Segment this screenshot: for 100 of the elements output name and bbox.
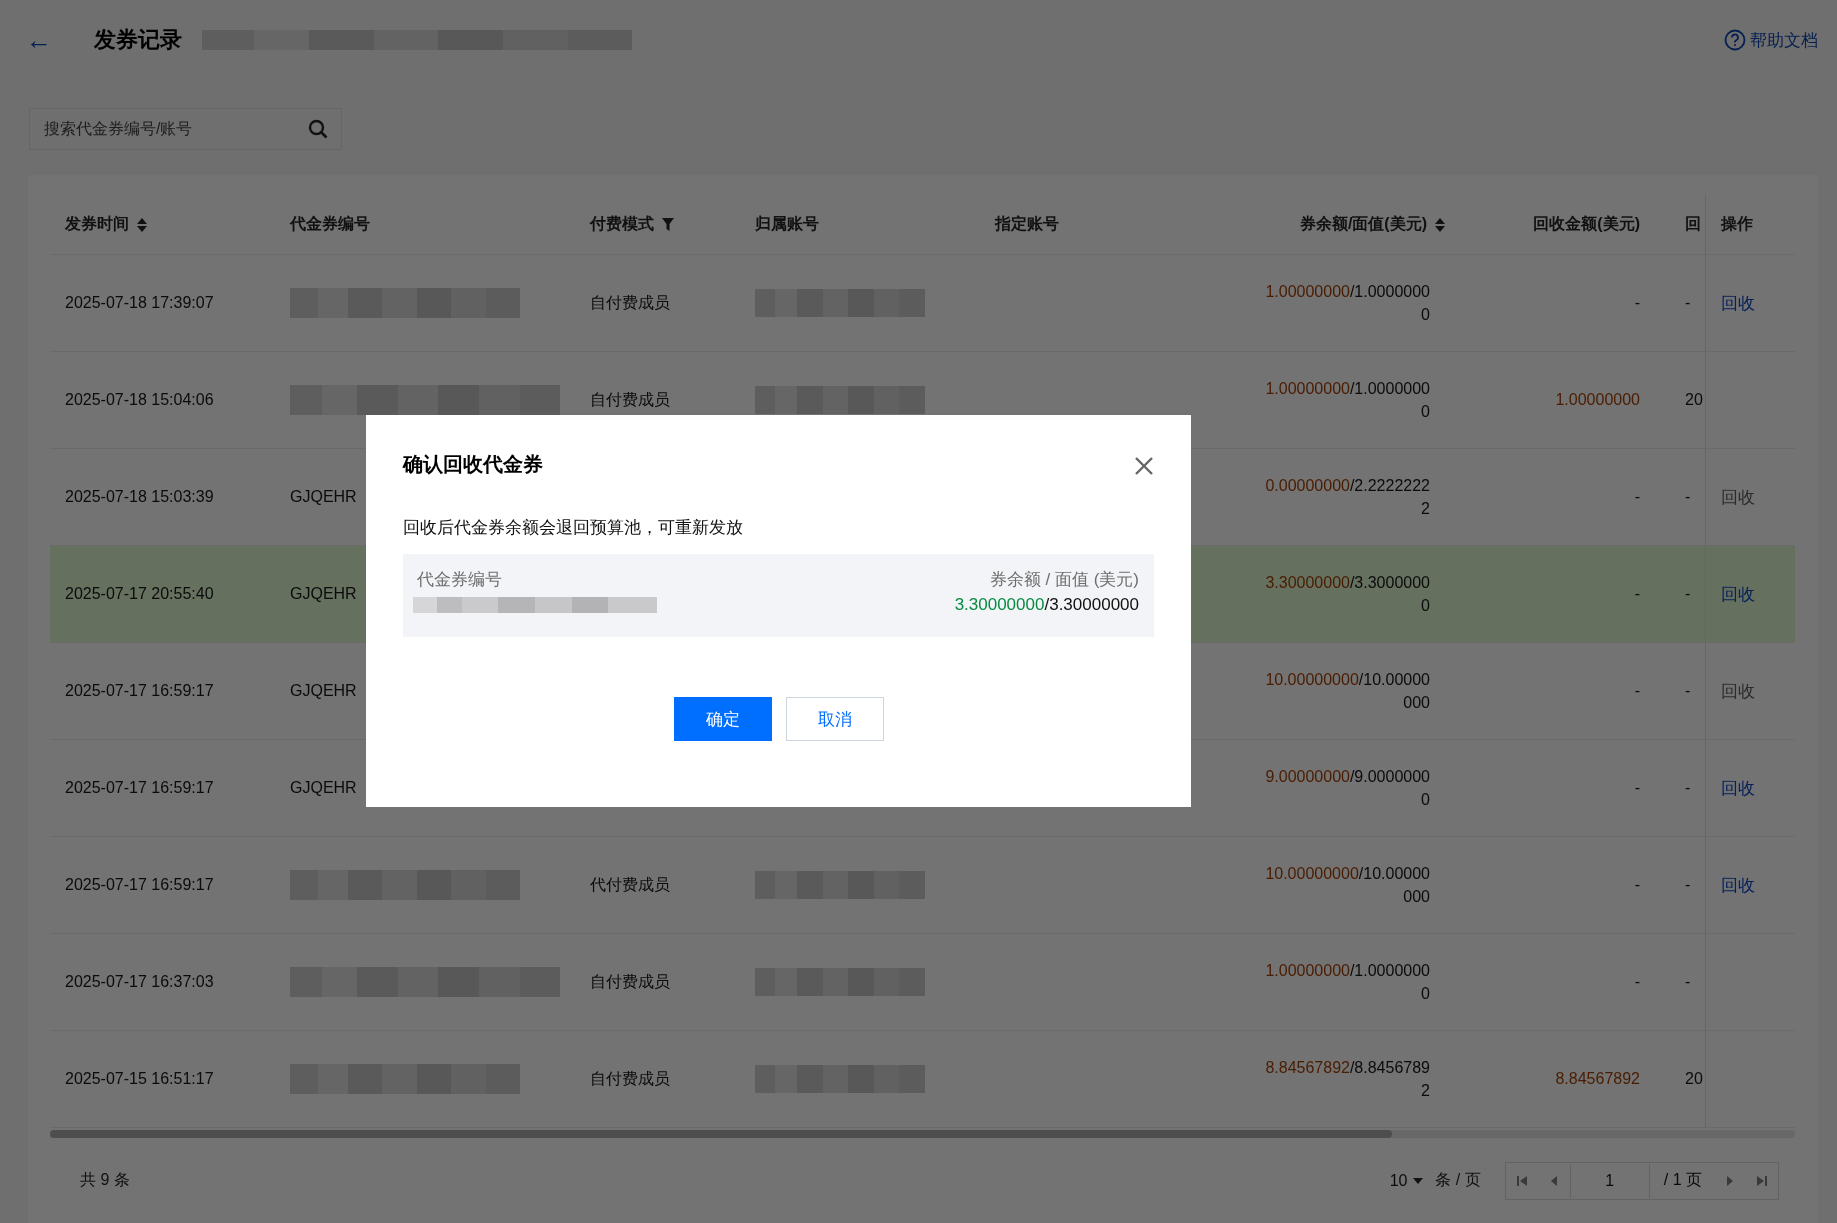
date-time: 2025-07-17 20:55:40 xyxy=(65,585,214,603)
help-link[interactable]: 帮助文档 xyxy=(1724,28,1818,52)
recover-link[interactable]: 回收 xyxy=(1721,291,1755,315)
date-time: 2025-07-18 17:39:07 xyxy=(65,294,214,312)
voucher-code: GJQEHR xyxy=(290,779,357,797)
filter-icon[interactable] xyxy=(662,218,674,231)
recover-link[interactable]: 回收 xyxy=(1721,873,1755,897)
remaining-amount: 10.00000000 xyxy=(1265,865,1359,882)
table-cell: 20 xyxy=(1685,391,1703,409)
face-value: /10.00000000 xyxy=(1358,671,1430,711)
page-input[interactable]: 1 xyxy=(1569,1163,1650,1198)
remaining-amount: 1.00000000 xyxy=(1265,380,1350,397)
voucher-code: GJQEHR xyxy=(290,682,357,700)
column-header: 代金券编号 xyxy=(290,214,370,234)
dialog-title: 确认回收代金券 xyxy=(403,452,543,477)
remaining-amount: 0.00000000 xyxy=(1265,477,1350,494)
sort-icon[interactable] xyxy=(137,217,147,232)
face-value: /2.22222222 xyxy=(1349,477,1430,517)
recovered-amount: - xyxy=(1634,973,1640,991)
pagination-bar[interactable]: 1 / 1 页 xyxy=(1504,1161,1779,1200)
column-header: 指定账号 xyxy=(995,214,1059,234)
remaining-amount: 8.84567892 xyxy=(1265,1059,1350,1076)
page-total: / 1 页 xyxy=(1662,1170,1703,1190)
face-value: /3.30000000 xyxy=(1349,574,1430,614)
remaining-amount: 10.00000000 xyxy=(1265,671,1359,688)
recover-link[interactable]: 回收 xyxy=(1721,776,1755,800)
table-cell: - xyxy=(1685,779,1691,797)
next-page-icon xyxy=(1725,1175,1735,1186)
table-cell: 20 xyxy=(1685,1070,1703,1088)
dialog-message: 回收后代金券余额会退回预算池，可重新发放 xyxy=(403,517,744,539)
remaining-amount: 1.00000000 xyxy=(1265,962,1350,979)
face-value: /3.30000000 xyxy=(1044,595,1139,614)
page-size-unit: 条 / 页 xyxy=(1435,1170,1481,1190)
page-title: 发券记录 xyxy=(94,26,182,54)
recovered-amount: - xyxy=(1634,585,1640,603)
table-row[interactable]: 2025-07-17 16:59:17 代付费成员 10.00000000/10.00000000 - - 回收 xyxy=(50,837,1795,934)
remaining-amount: 1.00000000 xyxy=(1265,283,1350,300)
face-value: /1.00000000 xyxy=(1349,380,1430,420)
horizontal-scrollbar[interactable] xyxy=(50,1130,1795,1138)
face-value: /10.00000000 xyxy=(1358,865,1430,905)
page-size-select[interactable]: 10 xyxy=(1389,1171,1424,1190)
voucher-code-label: 代金券编号 xyxy=(416,569,502,591)
payment-mode: 自付费成员 xyxy=(590,1068,670,1089)
column-header: 操作 xyxy=(1721,214,1753,234)
table-cell: - xyxy=(1685,973,1691,991)
payment-mode: 代付费成员 xyxy=(590,874,670,895)
search-icon[interactable] xyxy=(308,119,328,139)
date-time: 2025-07-18 15:03:39 xyxy=(65,488,214,506)
column-header: 归属账号 xyxy=(755,214,819,234)
face-value: /1.00000000 xyxy=(1349,962,1430,1002)
recovered-amount: - xyxy=(1634,682,1640,700)
date-time: 2025-07-17 16:59:17 xyxy=(65,876,214,894)
cancel-button[interactable]: 取消 xyxy=(785,697,884,741)
last-page-icon xyxy=(1757,1175,1767,1186)
column-header: 付费模式 xyxy=(590,214,654,234)
date-time: 2025-07-15 16:51:17 xyxy=(65,1070,214,1088)
recovered-amount: - xyxy=(1634,779,1640,797)
date-time: 2025-07-17 16:37:03 xyxy=(65,973,214,991)
caret-icon xyxy=(1413,1177,1424,1184)
column-header: 回 xyxy=(1685,214,1701,234)
date-time: 2025-07-17 16:59:17 xyxy=(65,779,214,797)
table-cell: - xyxy=(1685,585,1691,603)
table-cell: - xyxy=(1685,876,1691,894)
column-header: 发券时间 xyxy=(65,214,129,234)
close-button[interactable] xyxy=(1133,455,1155,477)
remaining-amount: 9.00000000 xyxy=(1265,768,1350,785)
payment-mode: 自付费成员 xyxy=(590,971,670,992)
recovered-amount: - xyxy=(1634,488,1640,506)
table-cell: - xyxy=(1685,488,1691,506)
table-row[interactable]: 2025-07-15 16:51:17 自付费成员 8.84567892/8.84567892 8.84567892 20 xyxy=(50,1031,1795,1128)
search-field[interactable]: 搜索代金券编号/账号 xyxy=(29,108,342,150)
back-button[interactable]: ← xyxy=(26,27,52,53)
first-page-icon xyxy=(1516,1175,1527,1186)
table-cell: - xyxy=(1685,294,1691,312)
column-header: 券余额/面值(美元) xyxy=(1299,214,1427,234)
face-value: /9.00000000 xyxy=(1349,768,1430,808)
sort-icon[interactable] xyxy=(1435,217,1445,232)
voucher-code: GJQEHR xyxy=(290,585,357,603)
voucher-code: GJQEHR xyxy=(290,488,357,506)
face-value: /8.84567892 xyxy=(1349,1059,1430,1099)
recovered-amount: 8.84567892 xyxy=(1555,1070,1640,1088)
total-count: 共 9 条 xyxy=(80,1170,130,1190)
help-icon xyxy=(1724,29,1746,51)
remaining-amount: 3.30000000 xyxy=(1265,574,1350,591)
table-row[interactable]: 2025-07-18 17:39:07 自付费成员 1.00000000/1.00000000 - - 回收 xyxy=(50,255,1795,352)
recovered-amount: 1.00000000 xyxy=(1555,391,1640,409)
column-header: 回收金额(美元) xyxy=(1533,214,1640,234)
remaining-amount: 3.30000000 xyxy=(954,595,1045,614)
payment-mode: 自付费成员 xyxy=(590,292,670,313)
recover-link[interactable]: 回收 xyxy=(1721,582,1755,606)
confirm-button[interactable]: 确定 xyxy=(673,697,772,741)
date-time: 2025-07-18 15:04:06 xyxy=(65,391,214,409)
table-cell: - xyxy=(1685,682,1691,700)
close-icon xyxy=(1133,455,1155,477)
face-value: /1.00000000 xyxy=(1349,283,1430,323)
payment-mode: 自付费成员 xyxy=(590,389,670,410)
recovered-amount: - xyxy=(1634,294,1640,312)
table-row[interactable]: 2025-07-17 16:37:03 自付费成员 1.00000000/1.00000000 - - xyxy=(50,934,1795,1031)
balance-label: 券余额 / 面值 (美元) xyxy=(989,569,1139,591)
date-time: 2025-07-17 16:59:17 xyxy=(65,682,214,700)
